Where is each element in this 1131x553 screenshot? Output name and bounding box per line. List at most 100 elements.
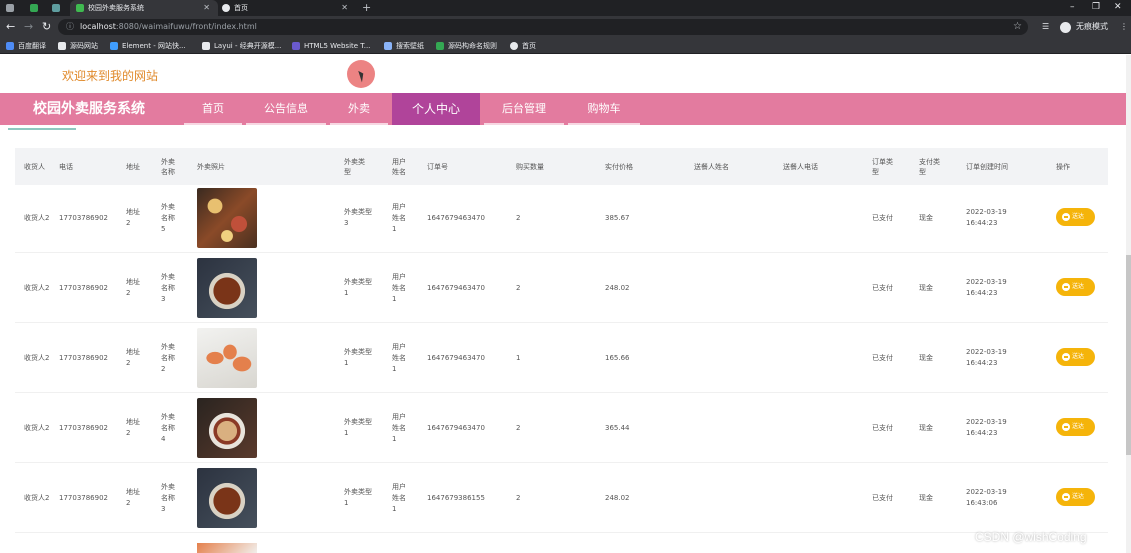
maximize-icon[interactable]: ❐: [1092, 0, 1100, 14]
column-header: 购买数量: [516, 162, 544, 171]
cell-price: 248.02: [605, 493, 630, 502]
bookmark-item[interactable]: HTML5 Website T...: [292, 38, 370, 54]
welcome-text: 欢迎来到我的网站: [62, 69, 159, 83]
close-tab-icon[interactable]: ✕: [203, 0, 210, 16]
page-scrollbar[interactable]: [1126, 55, 1131, 553]
check-icon: [1062, 423, 1070, 431]
new-tab-button[interactable]: +: [362, 0, 371, 15]
cell-courier-name: [694, 183, 774, 253]
web-page: 欢迎来到我的网站 校园外卖服务系统 首页 公告信息 外卖 个人中心 后台管理 购…: [0, 55, 1131, 553]
cell-receiver: 收货人2: [24, 213, 50, 222]
bookmark-item[interactable]: 搜索壁纸: [384, 38, 424, 54]
cell-food-type: 外卖类型3: [344, 208, 372, 227]
nav-admin[interactable]: 后台管理: [484, 93, 564, 125]
cell-pay-type: 现金: [919, 493, 933, 502]
food-photo: [197, 543, 257, 553]
deliver-button[interactable]: 送达: [1056, 208, 1095, 226]
cell-phone: 17703786902: [59, 423, 108, 432]
close-window-icon[interactable]: ✕: [1114, 0, 1122, 14]
bookmark-item[interactable]: Element - 网站快...: [110, 38, 186, 54]
food-photo: [197, 328, 257, 388]
bookmark-item[interactable]: 首页: [510, 38, 536, 54]
table-row: 收货人2 17703786902 地址2 外卖名称5 外卖类型3 用户姓名1 1…: [15, 183, 1108, 253]
food-photo: [197, 258, 257, 318]
pinned-tab-icon[interactable]: [6, 4, 14, 12]
cell-food-name: 外卖名称3: [161, 272, 175, 303]
column-header: 外卖照片: [197, 162, 225, 171]
cell-pay-type: 现金: [919, 283, 933, 292]
tab-title: 校园外卖服务系统: [88, 4, 144, 12]
cell-created: 2022-03-19 16:43:06: [966, 488, 1007, 507]
nav-home[interactable]: 首页: [184, 93, 242, 125]
cell-courier-name: [694, 323, 774, 393]
pinned-tab-icon[interactable]: [30, 4, 38, 12]
table-row: 收货人2 17703786902 地址2 外卖名称4 外卖类型1 用户姓名1 1…: [15, 393, 1108, 463]
nav-announcements[interactable]: 公告信息: [246, 93, 326, 125]
forward-icon[interactable]: →: [24, 19, 33, 35]
cell-user-name: 用户姓名1: [392, 412, 406, 443]
food-photo: [197, 398, 257, 458]
browser-tab[interactable]: 首页 ✕: [216, 0, 356, 16]
cell-phone: 17703786902: [59, 283, 108, 292]
cell-order-status: 已支付: [872, 493, 893, 502]
scrollbar-thumb[interactable]: [1126, 255, 1131, 455]
bookmark-item[interactable]: 百度翻译: [6, 38, 46, 54]
minimize-icon[interactable]: –: [1070, 0, 1075, 14]
reading-list-icon[interactable]: ☰: [1042, 19, 1049, 35]
cell-order-status: 已支付: [872, 213, 893, 222]
incognito-avatar-icon: [1060, 22, 1071, 33]
bookmark-item[interactable]: Layui - 经典开源模...: [202, 38, 281, 54]
address-bar[interactable]: ⓘ localhost:8080/waimaifuwu/front/index.…: [58, 19, 1028, 35]
cell-pay-type: 现金: [919, 423, 933, 432]
element-icon: [110, 42, 118, 50]
info-icon[interactable]: ⓘ: [66, 19, 74, 35]
profile-label[interactable]: 无痕模式: [1076, 19, 1108, 35]
bookmark-item[interactable]: 源码网站: [58, 38, 98, 54]
menu-icon[interactable]: ⋮: [1120, 19, 1128, 35]
deliver-button[interactable]: 送达: [1056, 278, 1095, 296]
column-header: 地址: [126, 162, 140, 171]
browser-tab-strip: 校园外卖服务系统 ✕ 首页 ✕ + – ❐ ✕: [0, 0, 1131, 16]
bookmark-star-icon[interactable]: ☆: [1013, 19, 1022, 35]
nav-personal-center[interactable]: 个人中心: [392, 93, 480, 125]
deliver-button[interactable]: 送达: [1056, 418, 1095, 436]
column-header: 订单创建时间: [966, 162, 1008, 171]
deliver-button[interactable]: 送达: [1056, 348, 1095, 366]
nav-takeout[interactable]: 外卖: [330, 93, 388, 125]
cell-receiver: 收货人2: [24, 423, 50, 432]
nav-cart[interactable]: 购物车: [568, 93, 640, 125]
cell-created: 2022-03-19 16:44:23: [966, 208, 1007, 227]
cell-user-name: 用户姓名1: [392, 202, 406, 233]
cell-order-no: 1647679463470: [427, 283, 485, 292]
browser-toolbar: ← → ↻ ⓘ localhost:8080/waimaifuwu/front/…: [0, 16, 1131, 38]
cell-courier-name: [694, 393, 774, 463]
column-header: 订单号: [427, 162, 448, 171]
column-header: 送餐人电话: [783, 162, 818, 171]
cell-order-no: 1647679463470: [427, 353, 485, 362]
close-tab-icon[interactable]: ✕: [341, 0, 348, 16]
table-row: 收货人2 17703786902 地址2 外卖名称2 外卖类型1 用户姓名1 1…: [15, 323, 1108, 393]
cell-food-name: 外卖名称5: [161, 202, 175, 233]
deliver-button[interactable]: 送达: [1056, 488, 1095, 506]
bookmark-item[interactable]: 源码构命名规则: [436, 38, 497, 54]
food-photo: [197, 468, 257, 528]
site-navbar: 校园外卖服务系统 首页 公告信息 外卖 个人中心 后台管理 购物车: [0, 93, 1131, 125]
cell-courier-phone: [783, 253, 863, 323]
cell-courier-phone: [783, 183, 863, 253]
reload-icon[interactable]: ↻: [42, 19, 51, 35]
url-host: localhost: [80, 22, 116, 31]
pinned-tab-icon[interactable]: [52, 4, 60, 12]
cell-phone: 17703786902: [59, 213, 108, 222]
orders-table-header: 收货人 电话 地址 外卖名称 外卖照片 外卖类型 用户姓名 订单号 购买数量 实…: [15, 148, 1108, 185]
cell-receiver: 收货人2: [24, 493, 50, 502]
cell-created: 2022-03-19 16:44:23: [966, 418, 1007, 437]
cell-address: 地址2: [126, 488, 140, 507]
globe-icon: [510, 42, 518, 50]
cell-order-no: 1647679386155: [427, 493, 485, 502]
watermark: CSDN @wishCoding: [975, 530, 1087, 544]
doc-icon: [436, 42, 444, 50]
back-icon[interactable]: ←: [6, 19, 15, 35]
section-underline: [8, 128, 76, 130]
browser-tab-active[interactable]: 校园外卖服务系统 ✕: [70, 0, 218, 16]
cell-user-name: 用户姓名1: [392, 482, 406, 513]
